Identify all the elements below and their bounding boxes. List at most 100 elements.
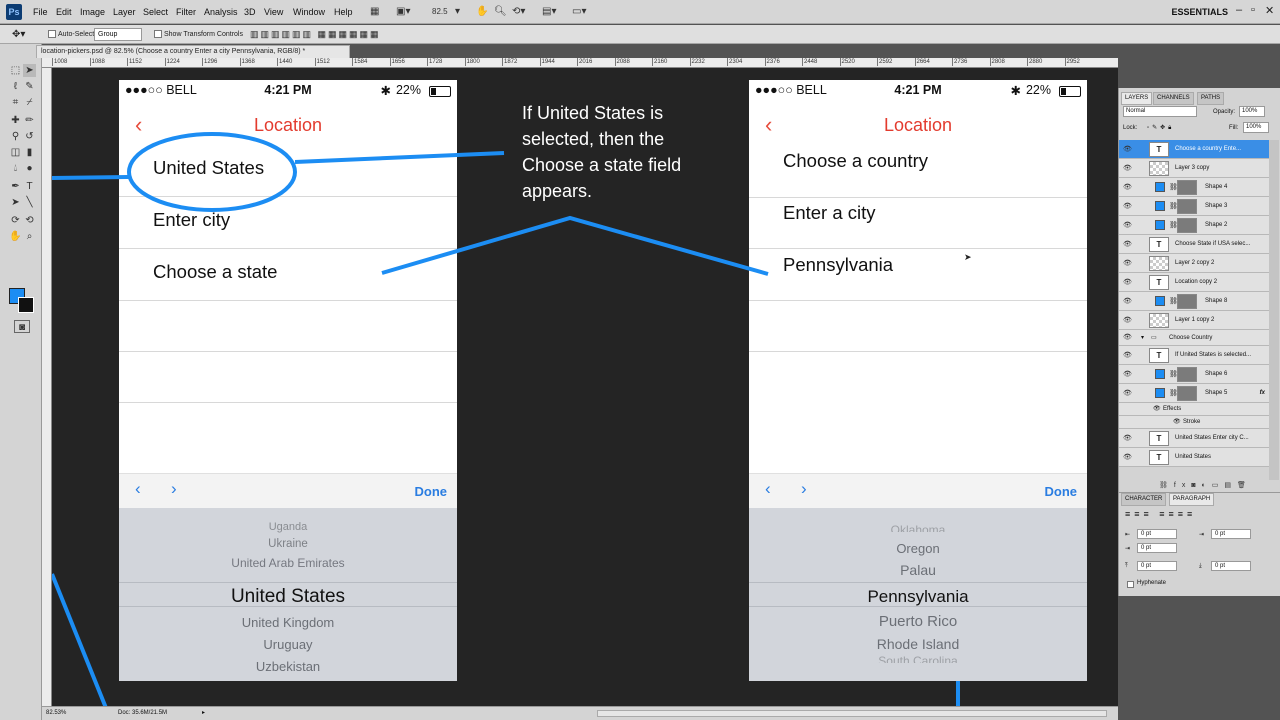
visibility-eye-icon[interactable]: 👁︎ [1123, 292, 1132, 311]
menu-edit[interactable]: Edit [56, 0, 72, 24]
layer-effect-row[interactable]: 👁︎ Stroke [1119, 416, 1269, 429]
quick-select-icon[interactable]: ✎ [23, 80, 36, 93]
zoom-tool-icon[interactable]: ⌕ [23, 230, 36, 243]
line-tool-icon[interactable]: ╲ [23, 196, 36, 209]
blend-mode-select[interactable]: Normal [1123, 106, 1197, 117]
layer-row[interactable]: 👁︎ ⛓ Shape 3 [1119, 197, 1269, 216]
status-menu-icon[interactable]: ▸ [202, 707, 205, 720]
status-zoom[interactable]: 82.53% [46, 707, 66, 720]
blur-tool-icon[interactable]: 💧︎ [9, 162, 22, 175]
tab-paths[interactable]: PATHS [1197, 92, 1225, 105]
zoom-dropdown-icon[interactable]: ▾ [455, 5, 460, 19]
visibility-eye-icon[interactable]: 👁︎ [1123, 216, 1132, 235]
first-line-indent-field[interactable]: 0 pt [1137, 543, 1177, 553]
dodge-tool-icon[interactable]: ● [23, 162, 36, 175]
fx-icon[interactable]: fx [1260, 384, 1265, 403]
menu-file[interactable]: File [33, 0, 48, 24]
screen-mode-icon[interactable]: ▭▾ [572, 5, 586, 19]
bridge-icon[interactable]: ▦ [370, 5, 379, 19]
close-icon[interactable]: ✕ [1265, 4, 1274, 17]
menu-select[interactable]: Select [143, 0, 168, 24]
horizontal-scrollbar[interactable] [597, 710, 1107, 717]
brush-tool-icon[interactable]: ✏ [23, 114, 36, 127]
layer-row[interactable]: 👁︎ ⛓ Shape 4 [1119, 178, 1269, 197]
restore-icon[interactable]: ▫ [1251, 4, 1255, 16]
menu-3d[interactable]: 3D [244, 0, 256, 24]
clone-stamp-icon[interactable]: ⚲ [9, 130, 22, 143]
visibility-eye-icon[interactable]: 👁︎ [1123, 346, 1132, 365]
fill-field[interactable]: 100% [1243, 122, 1269, 133]
visibility-eye-icon[interactable]: 👁︎ [1123, 140, 1132, 159]
pen-tool-icon[interactable]: ✒ [9, 180, 22, 193]
layer-row[interactable]: 👁︎ T If United States is selected... [1119, 346, 1269, 365]
type-tool-icon[interactable]: T [23, 180, 36, 193]
eyedropper-icon[interactable]: ⌿ [23, 96, 36, 109]
align-buttons-icon[interactable]: ▥▥▥▥▥▥ ▦▦▦▦▦▦ [250, 25, 381, 44]
shape-color-swatch[interactable] [1155, 388, 1165, 398]
move-tool-icon[interactable]: ✥▾ [12, 25, 25, 44]
zoom-level[interactable]: 82.5 [432, 5, 448, 19]
mini-bridge-icon[interactable]: ▣▾ [396, 5, 410, 19]
indent-right-field[interactable]: 0 pt [1211, 529, 1251, 539]
layer-row[interactable]: 👁︎ Layer 3 copy [1119, 159, 1269, 178]
alignment-buttons[interactable]: ≡≡≡ ≡≡≡≡ [1125, 509, 1196, 519]
menu-help[interactable]: Help [334, 0, 353, 24]
menu-analysis[interactable]: Analysis [204, 0, 238, 24]
shape-color-swatch[interactable] [1155, 201, 1165, 211]
layer-footer-icons[interactable]: ⛓fx◙◐▭▤🗑︎ [1119, 480, 1280, 492]
tab-channels[interactable]: CHANNELS [1153, 92, 1194, 105]
auto-select-checkbox[interactable] [48, 30, 56, 38]
lock-icons[interactable]: ▫✎✥🔒︎ [1147, 122, 1174, 134]
shape-color-swatch[interactable] [1155, 220, 1165, 230]
visibility-eye-icon[interactable]: 👁︎ [1123, 384, 1132, 403]
shape-color-swatch[interactable] [1155, 296, 1165, 306]
3d-orbit-icon[interactable]: ⟲ [23, 214, 36, 227]
document-canvas[interactable]: ●●●○○ BELL 4:21 PM ✱ 22% ‹ Location Unit… [52, 68, 1118, 706]
move-tool-icon[interactable]: ➤ [23, 64, 36, 77]
workspace-switcher[interactable]: ESSENTIALS [1171, 0, 1228, 24]
opacity-field[interactable]: 100% [1239, 106, 1265, 117]
background-color-swatch[interactable] [18, 297, 34, 313]
3d-rotate-icon[interactable]: ⟳ [9, 214, 22, 227]
visibility-eye-icon[interactable]: 👁︎ [1123, 178, 1132, 197]
visibility-eye-icon[interactable]: 👁︎ [1123, 197, 1132, 216]
gradient-tool-icon[interactable]: ▮ [23, 146, 36, 159]
zoom-tool-icon[interactable]: 🔍︎ [494, 5, 507, 19]
crop-tool-icon[interactable]: ⌗ [9, 96, 22, 109]
hand-tool-icon[interactable]: ✋ [476, 5, 488, 19]
marquee-tool-icon[interactable]: ⬚ [9, 64, 22, 77]
lasso-tool-icon[interactable]: ℓ [9, 80, 22, 93]
visibility-eye-icon[interactable]: 👁︎ [1123, 273, 1132, 292]
menu-filter[interactable]: Filter [176, 0, 196, 24]
menu-layer[interactable]: Layer [113, 0, 136, 24]
auto-select-dropdown[interactable]: Group [94, 28, 142, 41]
expand-triangle-icon[interactable]: ▾ [1141, 330, 1144, 346]
layer-row[interactable]: 👁︎ T United States [1119, 448, 1269, 467]
effect-eye-icon[interactable]: 👁︎ [1153, 403, 1161, 416]
menu-image[interactable]: Image [80, 0, 105, 24]
history-brush-icon[interactable]: ↺ [23, 130, 36, 143]
effect-eye-icon[interactable]: 👁︎ [1173, 416, 1181, 429]
visibility-eye-icon[interactable]: 👁︎ [1123, 235, 1132, 254]
show-transform-checkbox[interactable] [154, 30, 162, 38]
path-select-icon[interactable]: ➤ [9, 196, 22, 209]
tab-paragraph[interactable]: PARAGRAPH [1169, 493, 1215, 506]
layer-row[interactable]: 👁︎ Layer 2 copy 2 [1119, 254, 1269, 273]
rotate-view-icon[interactable]: ⟲▾ [512, 5, 525, 19]
minimize-icon[interactable]: – [1236, 4, 1242, 16]
menu-window[interactable]: Window [293, 0, 325, 24]
layer-row[interactable]: 👁︎ ⛓ Shape 5 fx [1119, 384, 1269, 403]
tab-character[interactable]: CHARACTER [1121, 493, 1167, 506]
hand-tool-icon[interactable]: ✋ [9, 230, 22, 243]
healing-brush-icon[interactable]: ✚ [9, 114, 22, 127]
layer-row[interactable]: 👁︎ ⛓ Shape 6 [1119, 365, 1269, 384]
visibility-eye-icon[interactable]: 👁︎ [1123, 429, 1132, 448]
visibility-eye-icon[interactable]: 👁︎ [1123, 159, 1132, 178]
layer-group-row[interactable]: 👁︎ ▾ ▭ Choose Country [1119, 330, 1269, 346]
layer-row[interactable]: 👁︎ T Location copy 2 [1119, 273, 1269, 292]
shape-color-swatch[interactable] [1155, 182, 1165, 192]
layer-row[interactable]: 👁︎ T Choose a country Ente... [1119, 140, 1269, 159]
layers-scrollbar[interactable] [1269, 140, 1279, 480]
quick-mask-icon[interactable]: ◙ [14, 320, 30, 333]
arrange-documents-icon[interactable]: ▤▾ [542, 5, 556, 19]
